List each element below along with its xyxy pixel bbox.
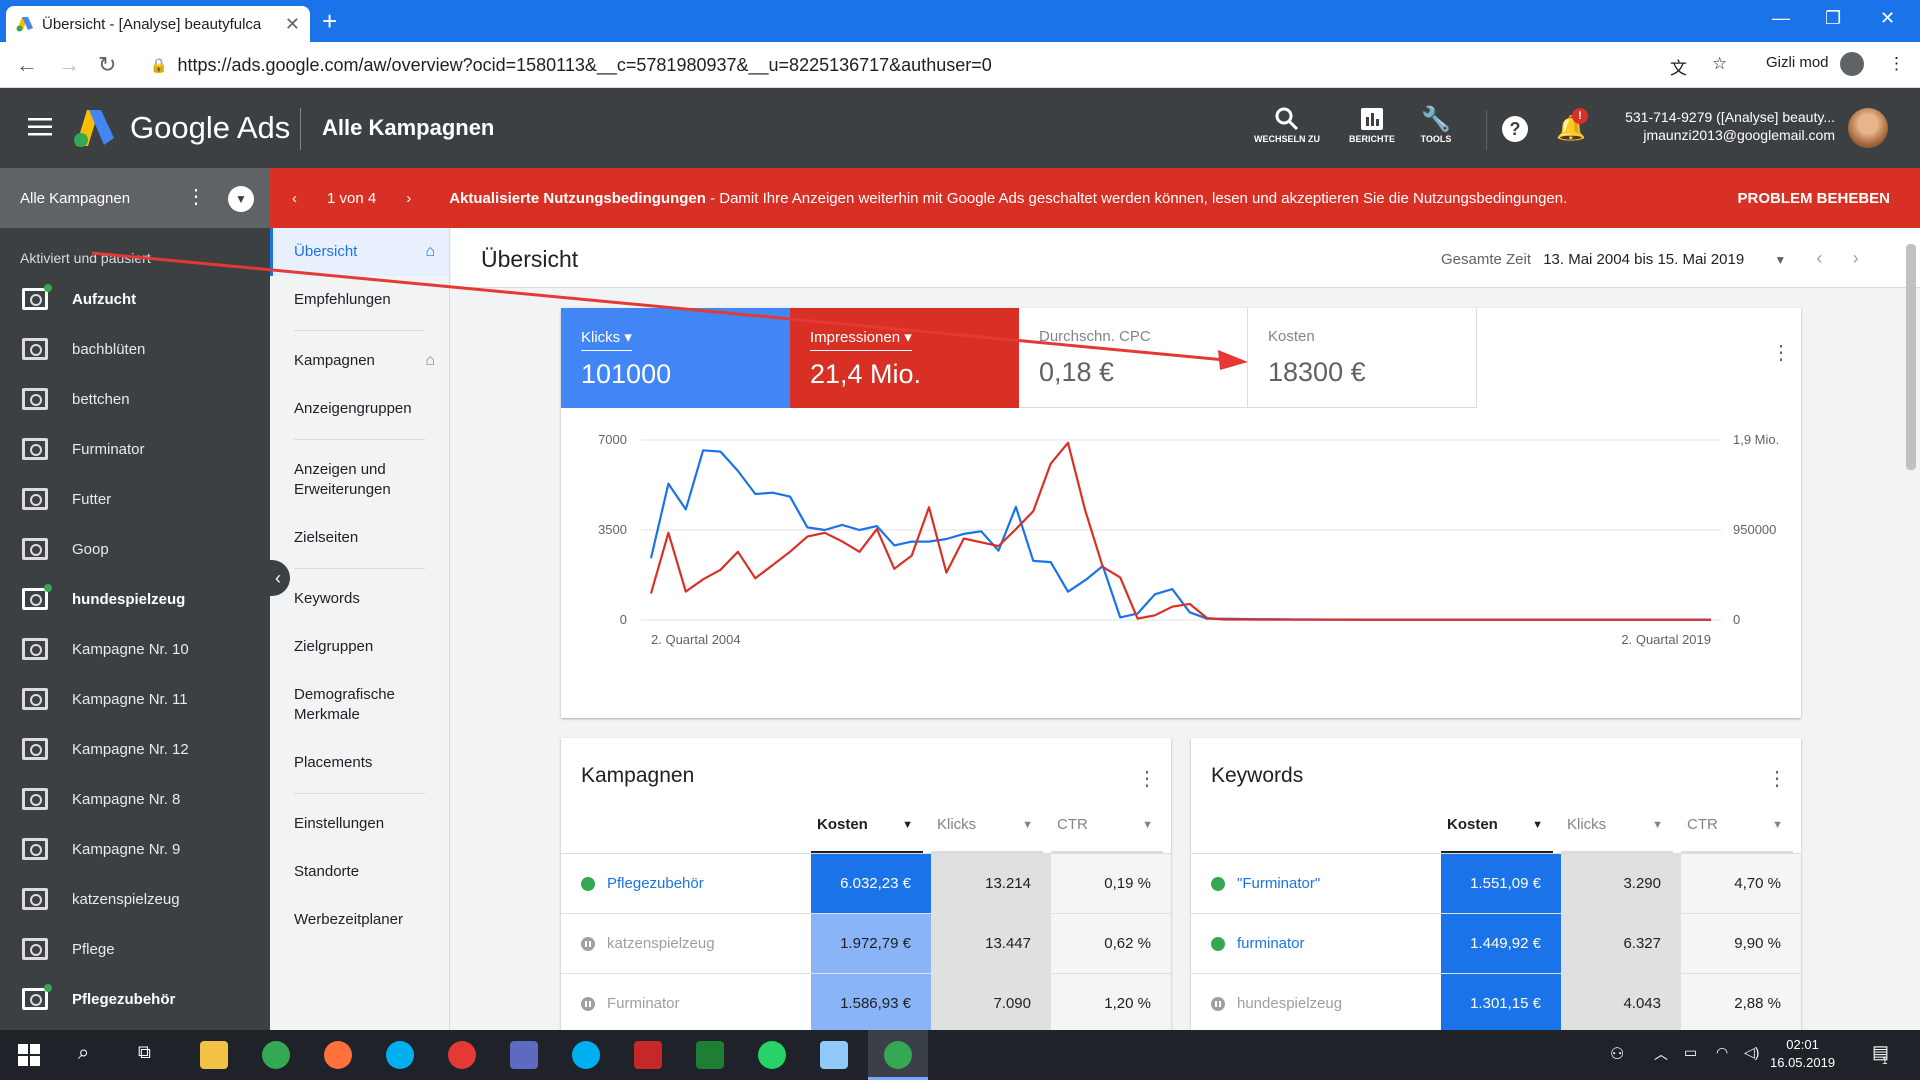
app-magnet-icon[interactable]: [634, 1041, 662, 1069]
app-icon[interactable]: [510, 1041, 538, 1069]
app-icon[interactable]: [820, 1041, 848, 1069]
skype-icon[interactable]: [386, 1041, 414, 1069]
clock-date: 16.05.2019: [1770, 1055, 1836, 1070]
excel-icon[interactable]: [696, 1041, 724, 1069]
yandex-icon[interactable]: [448, 1041, 476, 1069]
chrome-app-icon[interactable]: [262, 1041, 290, 1069]
wifi-icon[interactable]: ◠: [1716, 1044, 1728, 1061]
skype-business-icon[interactable]: [572, 1041, 600, 1069]
chrome-app-icon: [884, 1041, 912, 1069]
task-view-icon[interactable]: ⧉: [138, 1042, 151, 1063]
volume-icon[interactable]: ◁): [1744, 1044, 1759, 1061]
battery-icon[interactable]: ▭: [1684, 1044, 1697, 1061]
windows-taskbar: ⌕ ⧉ ⚇ ︿ ▭ ◠ ◁) 02:01 16.05.2019 ▤ 1: [0, 1030, 1920, 1080]
file-explorer-icon[interactable]: [200, 1041, 228, 1069]
annotation-arrow: [91, 251, 1248, 370]
whatsapp-icon[interactable]: [758, 1041, 786, 1069]
people-icon[interactable]: ⚇: [1610, 1044, 1624, 1064]
chevron-up-icon[interactable]: ︿: [1654, 1044, 1668, 1064]
windows-start-icon[interactable]: [18, 1044, 40, 1066]
action-center-count: 1: [1882, 1056, 1888, 1067]
taskbar-search-icon[interactable]: ⌕: [78, 1042, 89, 1065]
firefox-icon[interactable]: [324, 1041, 352, 1069]
clock-time: 02:01: [1786, 1037, 1819, 1052]
active-chrome-task[interactable]: [868, 1030, 928, 1080]
taskbar-clock[interactable]: 02:01 16.05.2019: [1770, 1036, 1835, 1072]
